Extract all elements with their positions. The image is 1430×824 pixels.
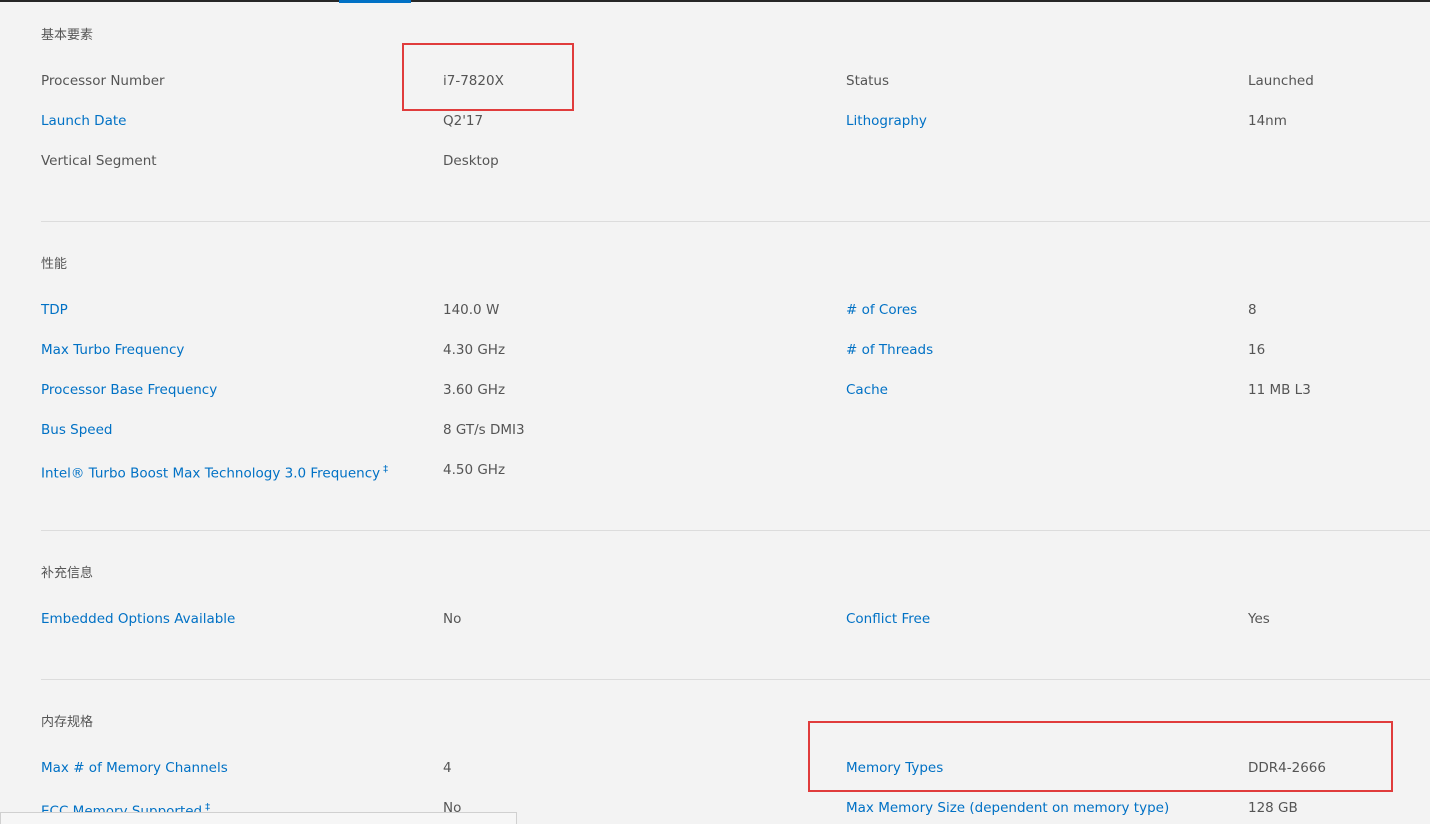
value-conflict-free: Yes [1248,611,1270,627]
section-divider [41,530,1430,531]
section-title-memory: 内存规格 [41,715,94,730]
value-launch-date: Q2'17 [443,113,484,129]
value-lithography: 14nm [1248,113,1287,129]
value-turbo-boost-max: 4.50 GHz [443,462,506,478]
section-title-essentials: 基本要素 [41,28,94,43]
turbo-boost-max-label[interactable]: Intel® Turbo Boost Max Technology 3.0 Fr… [41,466,380,482]
label-vertical-segment: Vertical Segment [41,153,157,169]
active-tab-indicator [339,0,411,3]
section-divider [41,679,1430,680]
section-title-performance: 性能 [41,257,68,272]
link-threads[interactable]: # of Threads [846,342,933,358]
link-cores[interactable]: # of Cores [846,302,917,318]
link-conflict-free[interactable]: Conflict Free [846,611,930,627]
value-embedded-options: No [443,611,462,627]
link-launch-date[interactable]: Launch Date [41,113,126,129]
bottom-panel-edge [0,812,517,824]
value-cache: 11 MB L3 [1248,382,1311,398]
value-cores: 8 [1248,302,1257,318]
link-max-turbo[interactable]: Max Turbo Frequency [41,342,184,358]
footnote-dagger-icon[interactable]: ‡ [383,464,388,475]
link-embedded-options[interactable]: Embedded Options Available [41,611,235,627]
link-max-memory-size[interactable]: Max Memory Size (dependent on memory typ… [846,800,1169,816]
value-max-turbo: 4.30 GHz [443,342,506,358]
value-max-memory-size: 128 GB [1248,800,1298,816]
link-base-frequency[interactable]: Processor Base Frequency [41,382,217,398]
value-status: Launched [1248,73,1314,89]
value-threads: 16 [1248,342,1266,358]
link-bus-speed[interactable]: Bus Speed [41,422,112,438]
value-base-frequency: 3.60 GHz [443,382,506,398]
value-bus-speed: 8 GT/s DMI3 [443,422,525,438]
link-cache[interactable]: Cache [846,382,888,398]
value-vertical-segment: Desktop [443,153,499,169]
link-lithography[interactable]: Lithography [846,113,927,129]
link-tdp[interactable]: TDP [41,302,68,318]
highlight-box-processor-number [402,43,574,111]
link-memory-channels[interactable]: Max # of Memory Channels [41,760,228,776]
label-status: Status [846,73,890,89]
value-memory-channels: 4 [443,760,452,776]
top-nav-bar [0,0,1430,2]
value-tdp: 140.0 W [443,302,500,318]
highlight-box-memory-types [808,721,1393,792]
section-divider [41,221,1430,222]
section-title-supplemental: 补充信息 [41,566,94,581]
label-processor-number: Processor Number [41,73,165,89]
link-turbo-boost-max[interactable]: Intel® Turbo Boost Max Technology 3.0 Fr… [41,462,388,482]
